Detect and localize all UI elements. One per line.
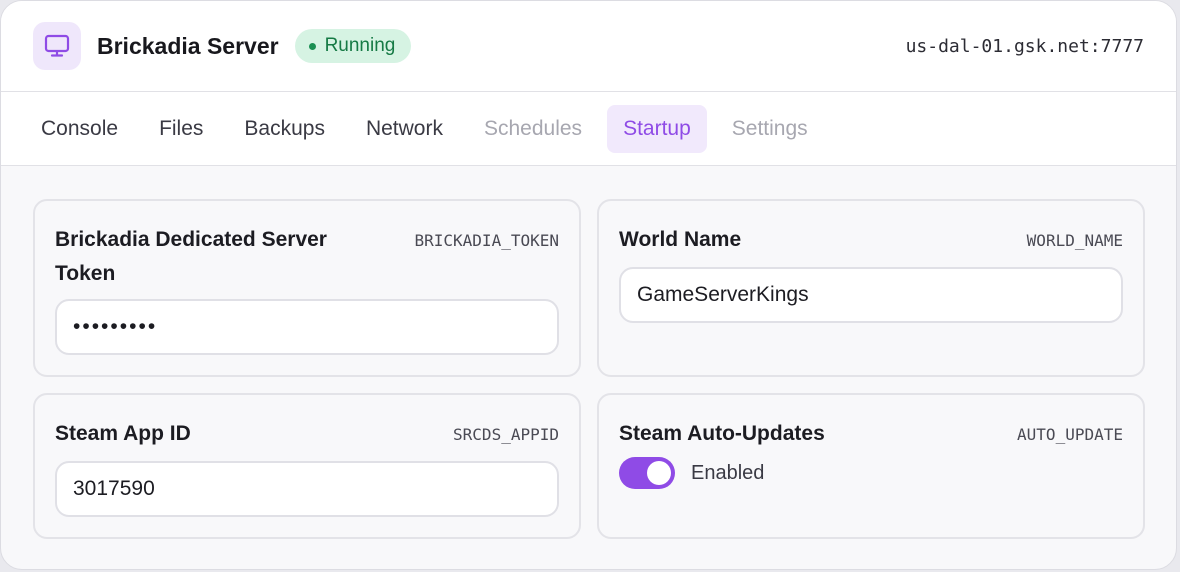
server-address[interactable]: us-dal-01.gsk.net:7777 — [906, 1, 1144, 92]
tab-schedules[interactable]: Schedules — [468, 105, 598, 153]
status-badge: Running — [294, 29, 412, 63]
page-title: Brickadia Server — [97, 32, 279, 59]
status-text: Running — [324, 35, 396, 56]
variable-label-line1: Brickadia Dedicated Server — [55, 228, 327, 251]
variable-card-world-name: World Name WORLD_NAME — [597, 199, 1145, 377]
app-id-input[interactable] — [55, 461, 559, 517]
tab-startup[interactable]: Startup — [607, 104, 707, 153]
variable-env-name: WORLD_NAME — [1026, 231, 1123, 250]
variable-label: World Name — [619, 228, 742, 251]
toggle-knob — [647, 461, 671, 485]
token-input[interactable] — [55, 299, 559, 355]
variable-label: Steam Auto-Updates — [619, 422, 825, 445]
status-dot-icon — [308, 42, 316, 50]
tab-backups[interactable]: Backups — [228, 105, 341, 153]
tab-files[interactable]: Files — [143, 105, 219, 153]
variable-card-token: Brickadia Dedicated Server Token BRICKAD… — [33, 199, 581, 377]
variable-card-auto-update: Steam Auto-Updates AUTO_UPDATE Enabled — [597, 393, 1145, 539]
server-header: Brickadia Server Running us-dal-01.gsk.n… — [1, 1, 1176, 92]
tab-network[interactable]: Network — [350, 105, 459, 153]
variable-env-name: AUTO_UPDATE — [1017, 425, 1123, 444]
auto-update-toggle[interactable] — [619, 457, 675, 489]
variable-label-line2: Token — [55, 262, 116, 285]
variable-env-name: SRCDS_APPID — [453, 425, 559, 444]
variable-label: Brickadia Dedicated Server Token — [55, 223, 327, 291]
world-name-input[interactable] — [619, 267, 1123, 323]
tab-console[interactable]: Console — [25, 105, 134, 153]
monitor-icon — [33, 22, 81, 70]
variable-label: Steam App ID — [55, 422, 191, 445]
auto-update-row: Enabled — [619, 457, 764, 489]
toggle-state-label: Enabled — [691, 461, 765, 484]
server-window: Brickadia Server Running us-dal-01.gsk.n… — [0, 0, 1177, 570]
tab-bar: Console Files Backups Network Schedules … — [1, 92, 1176, 166]
variable-env-name: BRICKADIA_TOKEN — [414, 231, 560, 250]
variable-card-app-id: Steam App ID SRCDS_APPID — [33, 393, 581, 539]
tab-settings[interactable]: Settings — [716, 105, 824, 153]
